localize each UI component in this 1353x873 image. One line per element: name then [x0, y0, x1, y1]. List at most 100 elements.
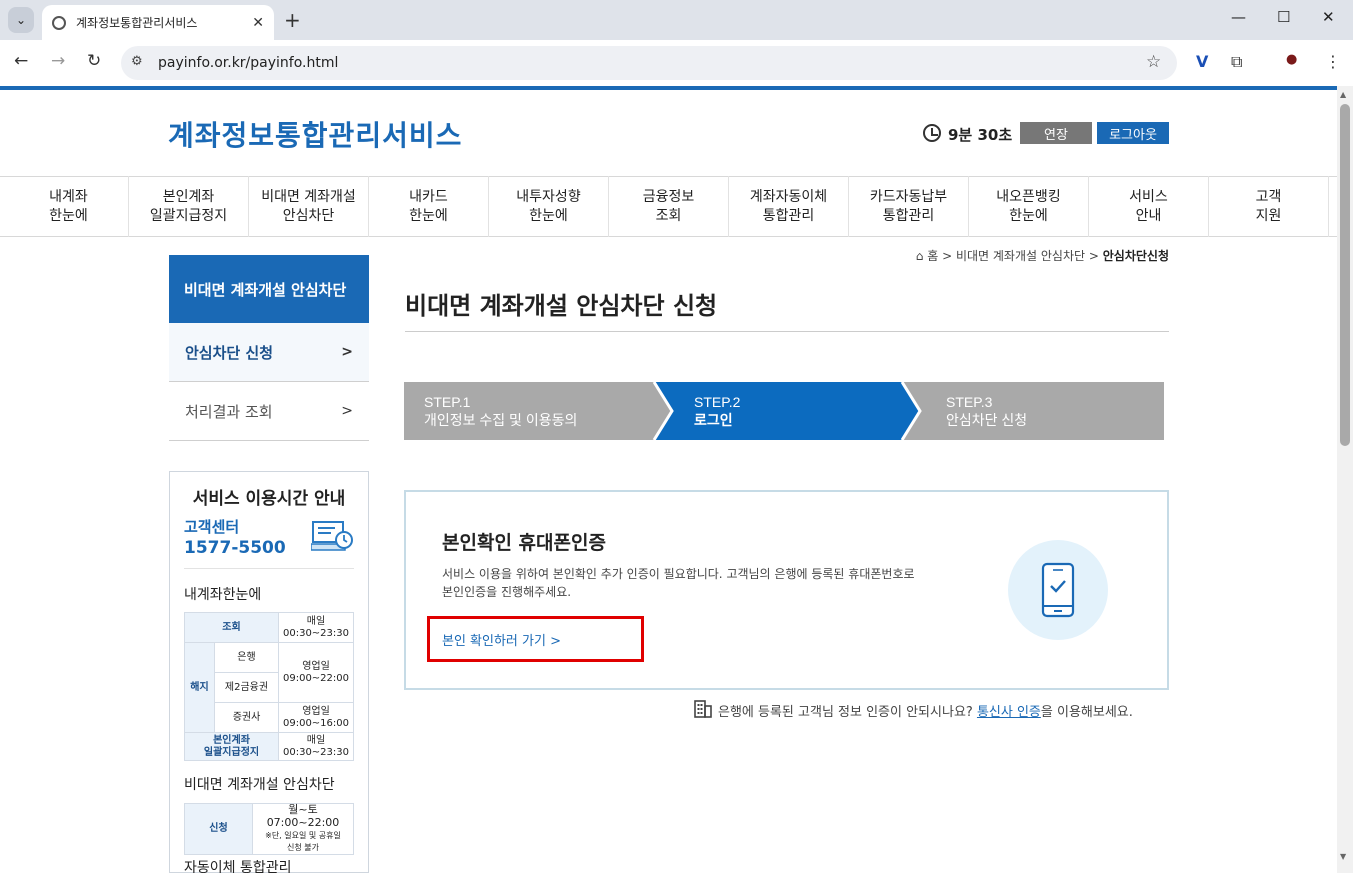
more-menu-icon[interactable]: ⋮ [1325, 52, 1341, 71]
bookmark-star-icon[interactable]: ☆ [1146, 52, 1161, 72]
gnb-label: 내오픈뱅킹 [996, 188, 1061, 205]
customer-center-label: 고객센터 [184, 518, 240, 536]
extensions-puzzle-icon[interactable]: ⧉ [1231, 52, 1242, 72]
step-progress: STEP.1 개인정보 수집 및 이용동의 STEP.2 로그인 STEP.3 … [404, 382, 1164, 440]
gnb-label: 지원 [1255, 207, 1282, 224]
reload-button[interactable]: ↻ [87, 51, 101, 71]
cell-text: 본인계좌 [213, 734, 250, 746]
tab-search-button[interactable]: ⌄ [8, 7, 34, 33]
chevron-right-icon: > [341, 403, 353, 419]
scroll-down-arrow-icon[interactable]: ▼ [1340, 852, 1346, 861]
gnb-label: 일괄지급정지 [149, 207, 228, 224]
page-top-accent [0, 86, 1337, 90]
extend-session-button[interactable]: 연장 [1020, 122, 1092, 144]
breadcrumb-home[interactable]: 홈 [927, 249, 938, 263]
gnb-label: 내계좌 [49, 188, 88, 205]
section-account-block: 비대면 계좌개설 안심차단 [184, 777, 335, 793]
cell-inquiry: 조회 [184, 612, 279, 643]
extension-v-icon[interactable]: V [1196, 52, 1208, 71]
breadcrumb-level1[interactable]: 비대면 계좌개설 안심차단 [956, 249, 1085, 263]
gnb-item-investment[interactable]: 내투자성향한눈에 [489, 176, 609, 237]
gnb-item-payment-stop[interactable]: 본인계좌 일괄지급정지 [129, 176, 249, 237]
divider [184, 568, 354, 569]
session-timer: 9분 30초 [948, 126, 1013, 144]
gnb-item-customer-support[interactable]: 고객지원 [1209, 176, 1329, 237]
logout-button[interactable]: 로그아웃 [1097, 122, 1169, 144]
gnb-label: 한눈에 [409, 207, 448, 224]
home-icon[interactable]: ⌂ [916, 249, 924, 263]
step-3-num: STEP.3 [946, 394, 993, 410]
window-close-icon[interactable]: ✕ [1322, 8, 1335, 26]
browser-tab[interactable]: 계좌정보통합관리서비스 ✕ [42, 5, 274, 40]
step-2-label: 로그인 [694, 412, 733, 428]
minimize-icon[interactable]: — [1231, 8, 1246, 26]
gnb-item-my-accounts[interactable]: 내계좌한눈에 [9, 176, 129, 237]
cell-text: 09:00~16:00 [282, 717, 349, 729]
site-info-icon[interactable]: ⚙ [131, 54, 143, 69]
cell-text: 신청 불가 [287, 843, 319, 852]
breadcrumb-separator: > [1088, 249, 1099, 263]
section-my-accounts: 내계좌한눈에 [184, 587, 262, 603]
site-logo[interactable]: 계좌정보통합관리서비스 [168, 114, 462, 154]
close-icon[interactable]: ✕ [252, 15, 264, 31]
gnb-label: 한눈에 [1009, 207, 1048, 224]
profile-avatar-icon[interactable]: ● [1286, 52, 1297, 67]
cell-text: 00:30~23:30 [282, 746, 349, 758]
cell-fin2: 제2금융권 [214, 672, 279, 703]
scrollbar-thumb[interactable] [1340, 104, 1350, 446]
chevron-down-icon: ⌄ [15, 13, 27, 27]
notice-text: 은행에 등록된 고객님 정보 인증이 안되시나요? [718, 705, 973, 720]
gnb-label: 내투자성향 [516, 188, 581, 205]
divider [405, 331, 1169, 332]
gnb-label: 한눈에 [529, 207, 568, 224]
gnb-item-card-autopay[interactable]: 카드자동납부통합관리 [849, 176, 969, 237]
gnb-item-auto-transfer[interactable]: 계좌자동이체 통합관리 [729, 176, 849, 237]
cell-text: ※단, 일요일 및 공휴일 [265, 831, 341, 840]
customer-center-icon [311, 521, 353, 551]
step-3-shape [902, 382, 1164, 440]
my-accounts-hours-table: 조회 매일 00:30~23:30 해지 은행 영업일 09:00~22:00 제2… [184, 612, 354, 761]
step-2-num: STEP.2 [694, 394, 741, 410]
section-auto-transfer: 자동이체 통합관리 [184, 860, 292, 873]
gnb-label: 고객 [1255, 188, 1282, 205]
chevron-right-icon: > [341, 344, 353, 360]
gnb-item-financial-info[interactable]: 금융정보 조회 [609, 176, 729, 237]
new-tab-button[interactable]: + [284, 8, 301, 32]
gnb-label: 서비스 [1129, 188, 1168, 205]
auth-description: 서비스 이용을 위하여 본인확인 추가 인증이 필요합니다. 고객님의 은행에 … [442, 565, 982, 601]
gnb-label: 한눈에 [49, 207, 88, 224]
lnb-title: 비대면 계좌개설 안심차단 [169, 255, 369, 323]
cell-text: 매일 [306, 615, 326, 627]
gnb-label: 비대면 계좌개설 [261, 188, 356, 205]
highlight-box [427, 616, 644, 662]
step-1-shape [404, 382, 672, 440]
cell-text: 영업일 [302, 705, 330, 717]
cell-text: 09:00~22:00 [282, 672, 349, 684]
url-text[interactable]: payinfo.or.kr/payinfo.html [158, 55, 338, 71]
maximize-icon[interactable]: ☐ [1277, 8, 1290, 26]
cell-bank-time: 영업일 09:00~22:00 [278, 642, 354, 703]
lnb-item-block-apply[interactable]: 안심차단 신청 > [169, 323, 369, 382]
gnb-label: 금융정보 [642, 188, 695, 205]
forward-button[interactable]: → [51, 51, 65, 71]
step-1-num: STEP.1 [424, 394, 471, 410]
auth-desc-line: 서비스 이용을 위하여 본인확인 추가 인증이 필요합니다. 고객님의 은행에 … [442, 567, 915, 581]
building-icon [694, 700, 712, 718]
gnb-item-service-guide[interactable]: 서비스 안내 [1089, 176, 1209, 237]
scroll-up-arrow-icon[interactable]: ▲ [1340, 90, 1346, 99]
telecom-auth-link[interactable]: 통신사 인증 [977, 705, 1041, 720]
back-button[interactable]: ← [14, 51, 28, 71]
customer-center-number: 1577-5500 [184, 538, 286, 558]
step-1-label: 개인정보 수집 및 이용동의 [424, 412, 577, 428]
gnb-item-account-block[interactable]: 비대면 계좌개설 안심차단 [249, 176, 369, 237]
cell-apply-time: 월~토 07:00~22:00 ※단, 일요일 및 공휴일 신청 불가 [252, 803, 354, 855]
gnb-label: 카드자동납부 [869, 188, 948, 205]
cell-apply: 신청 [184, 803, 253, 855]
gnb-label: 통합관리 [882, 207, 935, 224]
lnb-item-result-inquiry[interactable]: 처리결과 조회 > [169, 382, 369, 441]
gnb-item-my-cards[interactable]: 내카드 한눈에 [369, 176, 489, 237]
gnb-item-open-banking[interactable]: 내오픈뱅킹한눈에 [969, 176, 1089, 237]
cell-cancel: 해지 [184, 642, 215, 733]
page-title: 비대면 계좌개설 안심차단 신청 [405, 292, 718, 320]
cell-bank: 은행 [214, 642, 279, 673]
